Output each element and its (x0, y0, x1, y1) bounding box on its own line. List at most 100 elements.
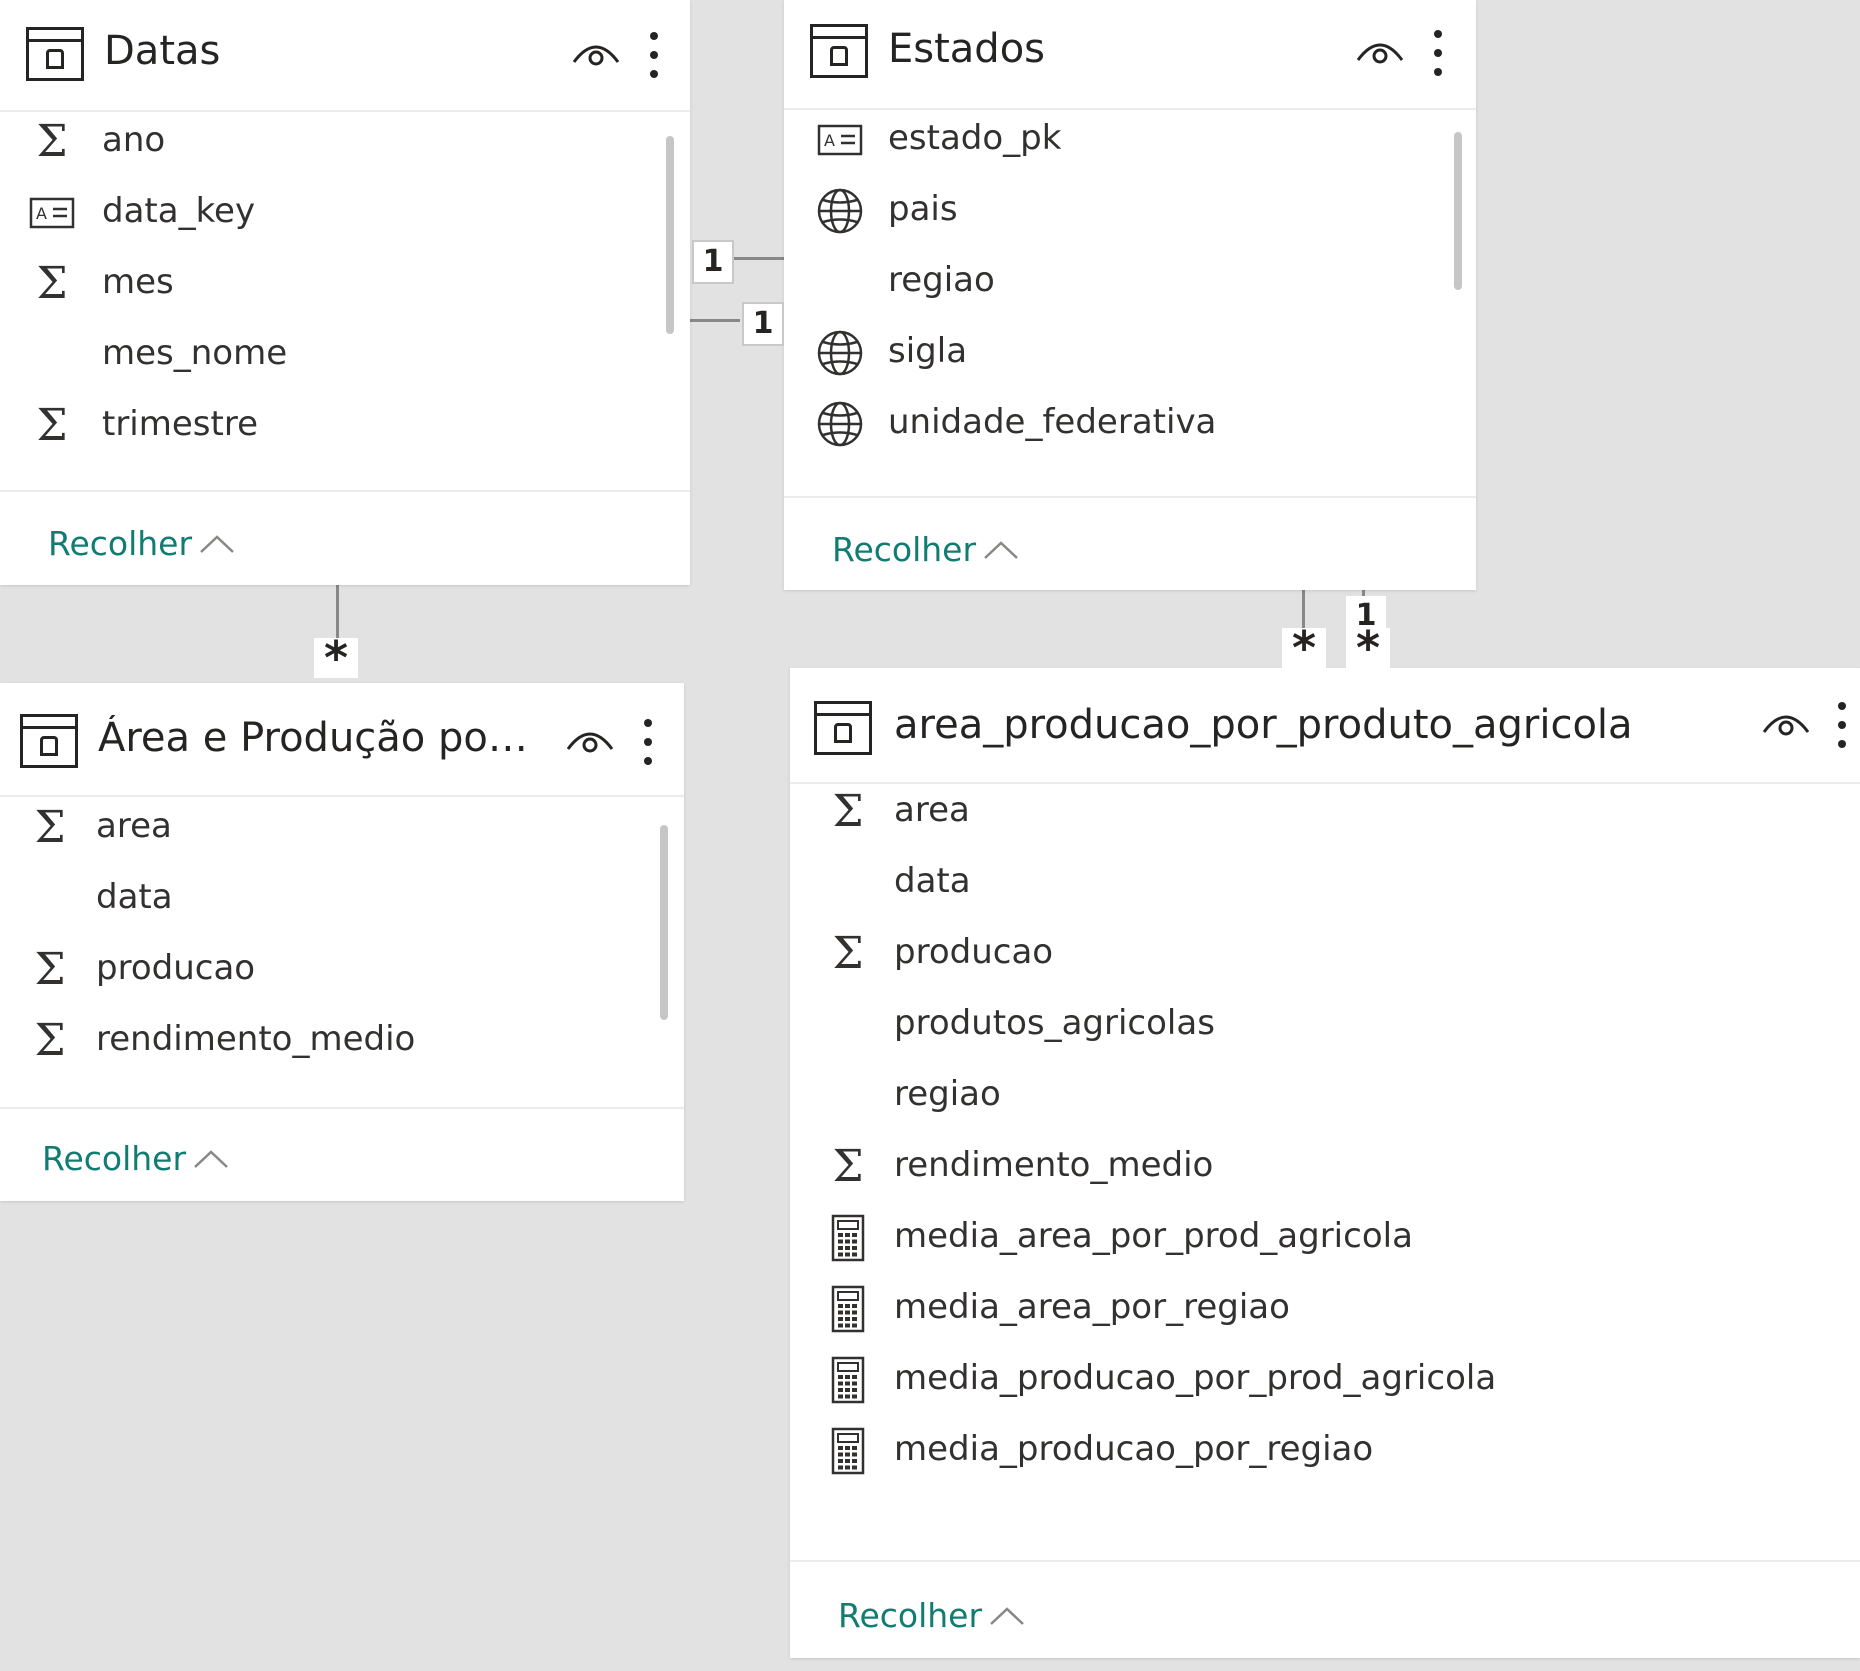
collapse-button[interactable]: Recolher (832, 530, 1020, 569)
globe-icon (814, 327, 866, 379)
field-label: mes_nome (102, 333, 288, 373)
more-options-icon[interactable] (648, 30, 660, 80)
field-row-area[interactable]: Σarea (790, 782, 1430, 842)
chevron-up-icon (194, 1149, 228, 1168)
cardinality-many-label: * (1346, 625, 1390, 671)
field-row-data[interactable]: data (790, 853, 1430, 913)
card-footer: Recolher (0, 490, 690, 587)
field-row-producao[interactable]: Σproducao (0, 940, 640, 1000)
eye-icon[interactable] (570, 36, 622, 72)
card-footer: Recolher (784, 496, 1476, 592)
field-row-unidade_federativa[interactable]: unidade_federativa (784, 394, 1424, 454)
sigma-icon: Σ (34, 944, 66, 995)
field-label: produtos_agricolas (894, 1003, 1215, 1043)
scrollbar[interactable] (660, 825, 668, 1020)
scrollbar[interactable] (666, 136, 674, 334)
calculator-icon (822, 1212, 874, 1264)
svg-text:A: A (824, 131, 835, 150)
sigma-icon: Σ (36, 258, 68, 309)
card-header: Datas (0, 0, 690, 112)
scrollbar[interactable] (1454, 132, 1462, 290)
table-title: Datas (104, 28, 221, 74)
relationship-line-datas-estados-b[interactable] (690, 319, 740, 322)
card-footer: Recolher (790, 1560, 1860, 1660)
eye-icon[interactable] (1760, 706, 1812, 742)
id-card-icon: A (26, 187, 78, 239)
field-row-media_producao_por_prod_agricola[interactable]: media_producao_por_prod_agricola (790, 1350, 1496, 1410)
field-label: rendimento_medio (894, 1145, 1214, 1185)
field-row-estado_pk[interactable]: Aestado_pk (784, 110, 1424, 170)
sigma-icon: Σ (832, 928, 864, 979)
field-row-data_key[interactable]: Adata_key (0, 183, 640, 243)
sigma-icon: Σ (36, 116, 68, 167)
collapse-label: Recolher (42, 1139, 187, 1178)
field-row-media_producao_por_regiao[interactable]: media_producao_por_regiao (790, 1421, 1430, 1481)
field-label: area (894, 790, 970, 830)
collapse-button[interactable]: Recolher (48, 524, 236, 563)
field-row-mes_nome[interactable]: mes_nome (0, 325, 640, 385)
svg-text:A: A (36, 204, 47, 223)
chevron-up-icon (200, 534, 234, 553)
calculator-icon (822, 1283, 874, 1335)
field-row-ano[interactable]: Σano (0, 112, 640, 172)
more-options-icon[interactable] (1432, 28, 1444, 78)
field-label: media_area_por_prod_agricola (894, 1216, 1413, 1256)
field-label: unidade_federativa (888, 402, 1217, 442)
field-label: data (894, 861, 971, 901)
table-card-datas[interactable]: Datas Σano Adata_key Σmes mes_nome Σtrimestr… (0, 0, 690, 585)
field-row-media_area_por_prod_agricola[interactable]: media_area_por_prod_agricola (790, 1208, 1430, 1268)
table-title: Estados (888, 26, 1046, 72)
collapse-button[interactable]: Recolher (838, 1596, 1026, 1635)
field-row-produtos_agricolas[interactable]: produtos_agricolas (790, 995, 1430, 1055)
id-card-icon: A (814, 114, 866, 166)
field-row-regiao[interactable]: regiao (790, 1066, 1430, 1126)
globe-icon (814, 185, 866, 237)
sigma-icon: Σ (34, 802, 66, 853)
card-footer: Recolher (0, 1107, 684, 1203)
table-icon (810, 24, 868, 78)
cardinality-many-label: * (1282, 625, 1326, 671)
field-row-data[interactable]: data (0, 869, 640, 929)
field-label: rendimento_medio (96, 1019, 416, 1059)
field-row-producao[interactable]: Σproducao (790, 924, 1430, 984)
field-row-media_area_por_regiao[interactable]: media_area_por_regiao (790, 1279, 1430, 1339)
field-label: data_key (102, 191, 256, 231)
field-label: estado_pk (888, 118, 1062, 158)
table-card-area-producao[interactable]: Área e Produção por ... Σarea data Σproduc… (0, 683, 684, 1201)
sigma-icon: Σ (832, 786, 864, 837)
table-card-estados[interactable]: Estados Aestado_pkpais regiao sigla unidade… (784, 0, 1476, 590)
more-options-icon[interactable] (642, 717, 654, 767)
field-label: regiao (888, 260, 995, 300)
field-row-mes[interactable]: Σmes (0, 254, 640, 314)
collapse-label: Recolher (832, 530, 977, 569)
field-row-rendimento_medio[interactable]: Σrendimento_medio (0, 1011, 640, 1071)
field-label: mes (102, 262, 174, 302)
sigma-icon: Σ (34, 1015, 66, 1066)
cardinality-one-label: 1 (692, 240, 734, 284)
field-row-trimestre[interactable]: Σtrimestre (0, 396, 640, 456)
field-label: pais (888, 189, 958, 229)
field-row-regiao[interactable]: regiao (784, 252, 1424, 312)
collapse-label: Recolher (838, 1596, 983, 1635)
collapse-button[interactable]: Recolher (42, 1139, 230, 1178)
globe-icon (814, 398, 866, 450)
table-icon (26, 27, 84, 81)
card-header: area_producao_por_produto_agricola (790, 668, 1860, 784)
field-row-rendimento_medio[interactable]: Σrendimento_medio (790, 1137, 1430, 1197)
table-card-area-producao-agricola[interactable]: area_producao_por_produto_agricola Σarea… (790, 668, 1860, 1658)
field-label: trimestre (102, 404, 258, 444)
cardinality-one-label: 1 (742, 302, 784, 346)
field-label: data (96, 877, 173, 917)
field-label: media_producao_por_prod_agricola (894, 1358, 1497, 1398)
card-header: Área e Produção por ... (0, 683, 684, 797)
field-row-pais[interactable]: pais (784, 181, 1424, 241)
field-row-sigla[interactable]: sigla (784, 323, 1424, 383)
sigma-icon: Σ (36, 400, 68, 451)
field-label: producao (894, 932, 1054, 972)
field-label: media_area_por_regiao (894, 1287, 1290, 1327)
field-row-area[interactable]: Σarea (0, 798, 640, 858)
more-options-icon[interactable] (1836, 700, 1848, 750)
field-label: producao (96, 948, 256, 988)
eye-icon[interactable] (1354, 34, 1406, 70)
eye-icon[interactable] (564, 723, 616, 759)
